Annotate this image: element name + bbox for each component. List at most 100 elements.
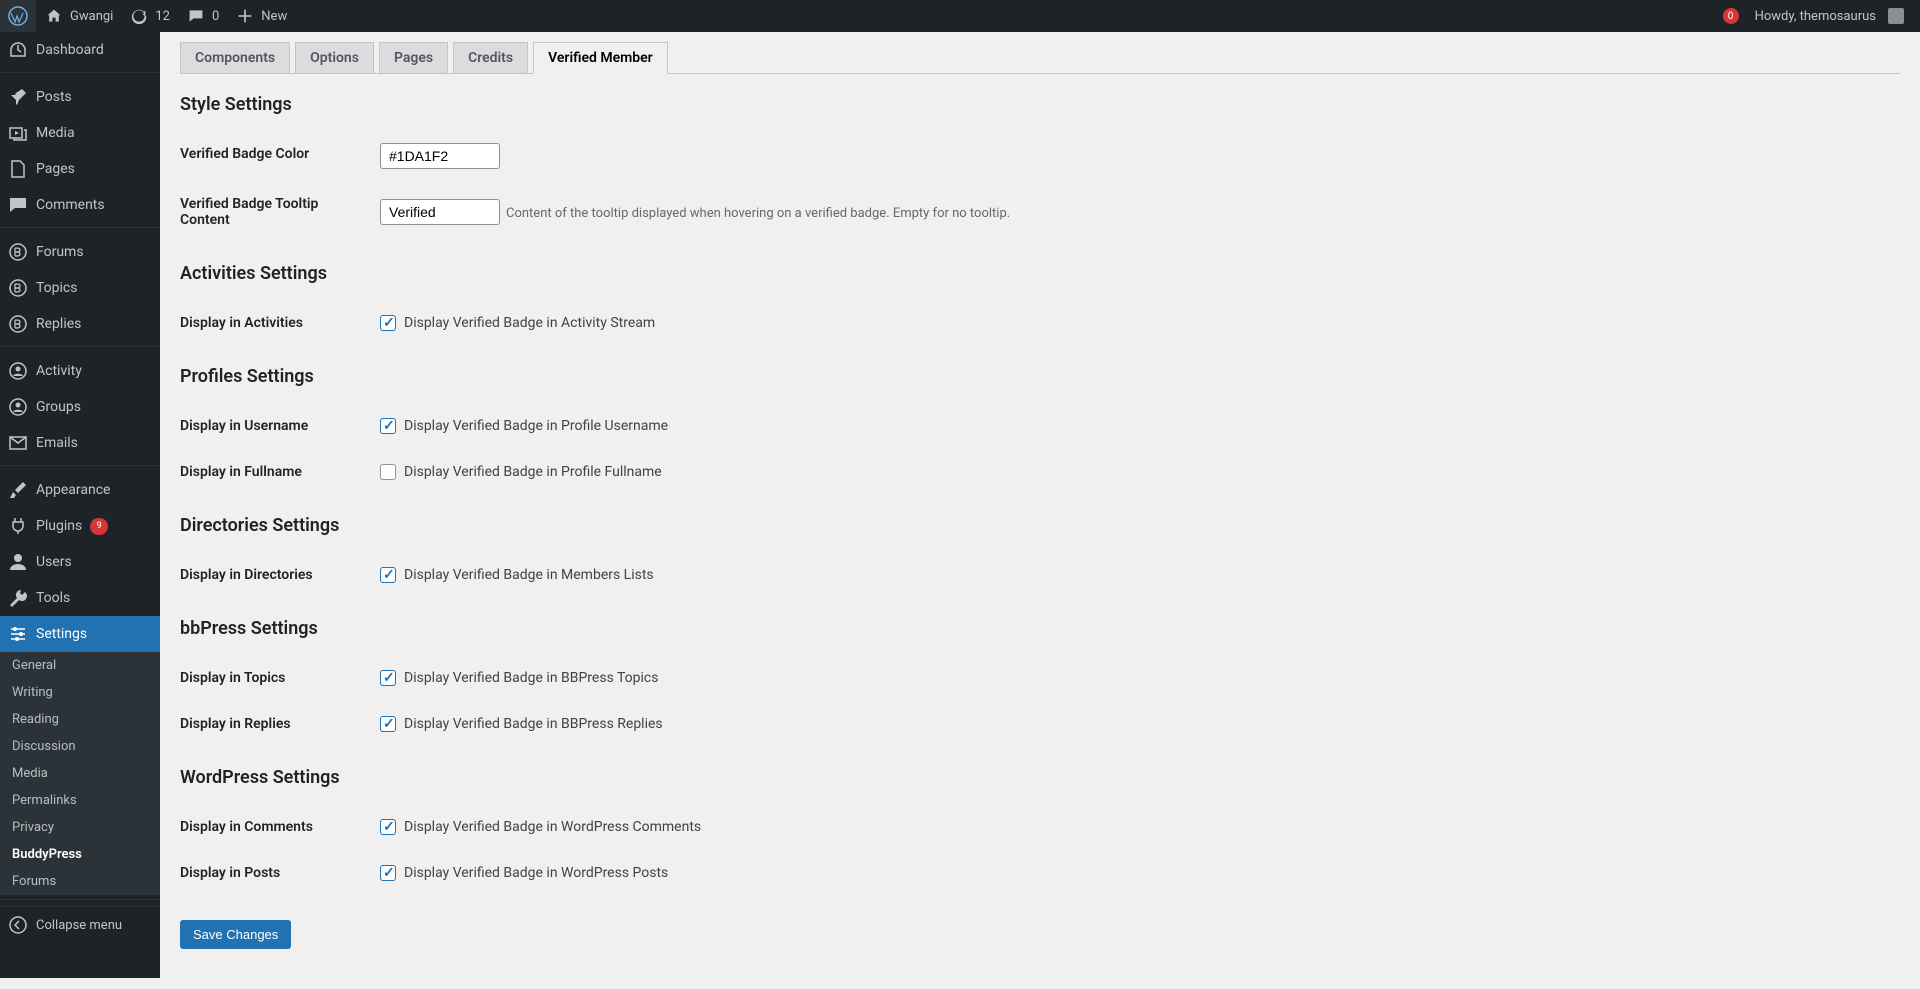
checkbox-posts[interactable] [380, 865, 396, 881]
checkbox-username[interactable] [380, 418, 396, 434]
checkbox-comments[interactable] [380, 819, 396, 835]
comment-icon [8, 195, 28, 215]
checkbox-wrap-comments[interactable]: Display Verified Badge in WordPress Comm… [380, 819, 1890, 835]
menu-groups[interactable]: Groups [0, 389, 160, 425]
collapse-icon [8, 915, 28, 935]
media-icon [8, 123, 28, 143]
menu-label: Dashboard [36, 42, 104, 58]
bbpress-icon [8, 314, 28, 334]
menu-emails[interactable]: Emails [0, 425, 160, 461]
menu-label: Media [36, 125, 75, 141]
menu-topics[interactable]: Topics [0, 270, 160, 306]
admin-sidebar: Dashboard Posts Media Pages Comments For… [0, 32, 160, 978]
menu-label: Users [36, 554, 72, 570]
input-badge-tooltip[interactable] [380, 199, 500, 225]
tab-credits[interactable]: Credits [453, 42, 528, 74]
menu-label: Pages [36, 161, 75, 177]
checkbox-fullname[interactable] [380, 464, 396, 480]
label-display-comments: Display in Comments [180, 804, 380, 850]
site-name-link[interactable]: Gwangi [36, 0, 121, 32]
plugin-icon [8, 516, 28, 536]
user-icon [8, 552, 28, 572]
tab-components[interactable]: Components [180, 42, 290, 74]
label-badge-tooltip: Verified Badge Tooltip Content [180, 181, 380, 243]
menu-tools[interactable]: Tools [0, 580, 160, 616]
wp-logo[interactable] [0, 0, 36, 32]
menu-label: Plugins [36, 518, 82, 534]
section-profiles: Profiles Settings [180, 366, 1900, 387]
menu-pages[interactable]: Pages [0, 151, 160, 187]
notifications-link[interactable]: 0 [1715, 0, 1747, 32]
submenu-buddypress[interactable]: BuddyPress [0, 841, 160, 868]
checkbox-wrap-topics[interactable]: Display Verified Badge in BBPress Topics [380, 670, 1890, 686]
menu-forums[interactable]: Forums [0, 234, 160, 270]
checkbox-replies[interactable] [380, 716, 396, 732]
settings-submenu: General Writing Reading Discussion Media… [0, 652, 160, 895]
save-button[interactable]: Save Changes [180, 920, 291, 949]
submenu-forums[interactable]: Forums [0, 868, 160, 895]
menu-media[interactable]: Media [0, 115, 160, 151]
label-display-username: Display in Username [180, 403, 380, 449]
menu-label: Posts [36, 89, 72, 105]
cb-label: Display Verified Badge in Profile Userna… [404, 418, 668, 434]
label-display-topics: Display in Topics [180, 655, 380, 701]
tab-pages[interactable]: Pages [379, 42, 448, 74]
checkbox-wrap-replies[interactable]: Display Verified Badge in BBPress Replie… [380, 716, 1890, 732]
menu-label: Activity [36, 363, 82, 379]
refresh-icon [129, 6, 149, 26]
checkbox-wrap-posts[interactable]: Display Verified Badge in WordPress Post… [380, 865, 1890, 881]
sliders-icon [8, 624, 28, 644]
checkbox-activities[interactable] [380, 315, 396, 331]
section-wordpress: WordPress Settings [180, 767, 1900, 788]
collapse-label: Collapse menu [36, 918, 122, 933]
email-icon [8, 433, 28, 453]
input-badge-color[interactable] [380, 143, 500, 169]
menu-label: Comments [36, 197, 105, 213]
submenu-general[interactable]: General [0, 652, 160, 679]
submenu-privacy[interactable]: Privacy [0, 814, 160, 841]
checkbox-wrap-directories[interactable]: Display Verified Badge in Members Lists [380, 567, 1890, 583]
checkbox-wrap-fullname[interactable]: Display Verified Badge in Profile Fullna… [380, 464, 1890, 480]
menu-settings[interactable]: Settings [0, 616, 160, 652]
menu-posts[interactable]: Posts [0, 79, 160, 115]
cb-label: Display Verified Badge in Members Lists [404, 567, 654, 583]
notif-count: 0 [1723, 8, 1739, 24]
menu-activity[interactable]: Activity [0, 353, 160, 389]
checkbox-wrap-activities[interactable]: Display Verified Badge in Activity Strea… [380, 315, 1890, 331]
submenu-media[interactable]: Media [0, 760, 160, 787]
tab-options[interactable]: Options [295, 42, 374, 74]
nav-tabs: Components Options Pages Credits Verifie… [180, 42, 1900, 74]
site-name-label: Gwangi [70, 9, 113, 24]
submenu-discussion[interactable]: Discussion [0, 733, 160, 760]
label-badge-color: Verified Badge Color [180, 131, 380, 181]
menu-replies[interactable]: Replies [0, 306, 160, 342]
comments-link[interactable]: 0 [178, 0, 227, 32]
cb-label: Display Verified Badge in BBPress Replie… [404, 716, 663, 732]
menu-dashboard[interactable]: Dashboard [0, 32, 160, 68]
updates-link[interactable]: 12 [121, 0, 178, 32]
admin-toolbar: Gwangi 12 0 New 0 Howdy, themosaurus [0, 0, 1920, 32]
submenu-permalinks[interactable]: Permalinks [0, 787, 160, 814]
checkbox-wrap-username[interactable]: Display Verified Badge in Profile Userna… [380, 418, 1890, 434]
cb-label: Display Verified Badge in Profile Fullna… [404, 464, 662, 480]
account-link[interactable]: Howdy, themosaurus [1747, 0, 1912, 32]
new-content-link[interactable]: New [227, 0, 295, 32]
checkbox-directories[interactable] [380, 567, 396, 583]
howdy-label: Howdy, themosaurus [1755, 9, 1876, 24]
menu-plugins[interactable]: Plugins9 [0, 508, 160, 544]
checkbox-topics[interactable] [380, 670, 396, 686]
dashboard-icon [8, 40, 28, 60]
home-icon [44, 6, 64, 26]
tab-verified-member[interactable]: Verified Member [533, 42, 668, 74]
submenu-writing[interactable]: Writing [0, 679, 160, 706]
menu-appearance[interactable]: Appearance [0, 472, 160, 508]
content-area: Components Options Pages Credits Verifie… [160, 0, 1920, 989]
collapse-menu[interactable]: Collapse menu [0, 906, 160, 943]
menu-label: Settings [36, 626, 87, 642]
avatar-icon [1888, 8, 1904, 24]
submenu-reading[interactable]: Reading [0, 706, 160, 733]
menu-comments[interactable]: Comments [0, 187, 160, 223]
brush-icon [8, 480, 28, 500]
menu-users[interactable]: Users [0, 544, 160, 580]
bbpress-icon [8, 278, 28, 298]
